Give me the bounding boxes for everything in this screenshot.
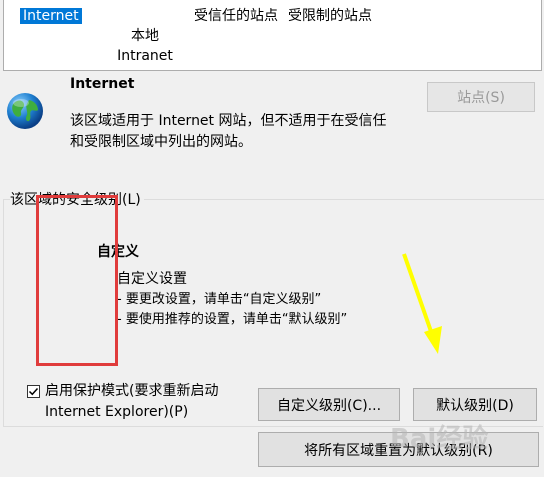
sites-button[interactable]: 站点(S) (427, 82, 535, 112)
red-highlight-box (36, 195, 118, 366)
security-level-summary: 自定义设置 (117, 271, 187, 287)
zone-internet[interactable]: Internet (20, 6, 82, 26)
security-level-bullet: - 要更改设置，请单击“自定义级别” (117, 292, 322, 307)
zone-local-intranet[interactable]: 本地 Intranet (112, 6, 178, 66)
yellow-arrow-icon (402, 253, 442, 354)
zone-restricted-sites[interactable]: 受限制的站点 (288, 6, 372, 26)
default-level-button[interactable]: 默认级别(D) (413, 388, 537, 421)
zone-title: Internet (70, 76, 135, 92)
zone-trusted-sites[interactable]: 受信任的站点 (194, 6, 278, 26)
watermark: Bai经验 (390, 424, 489, 454)
protected-mode-checkbox[interactable] (27, 385, 40, 398)
zone-internet-label: Internet (20, 8, 82, 24)
zone-description: 该区域适用于 Internet 网站，但不适用于在受信任和受限制区域中列出的网站… (70, 113, 387, 150)
zone-trusted-sites-label: 受信任的站点 (194, 8, 278, 24)
zone-restricted-sites-label: 受限制的站点 (288, 8, 372, 24)
checkmark-icon (28, 387, 39, 396)
security-level-bullet: - 要使用推荐的设置，请单击“默认级别” (117, 312, 348, 327)
globe-icon (5, 91, 45, 131)
zone-local-intranet-label: 本地 Intranet (117, 28, 173, 64)
custom-level-button[interactable]: 自定义级别(C)... (258, 388, 400, 421)
protected-mode-label: 启用保护模式(要求重新启动 Internet Explorer)(P) (45, 383, 219, 420)
